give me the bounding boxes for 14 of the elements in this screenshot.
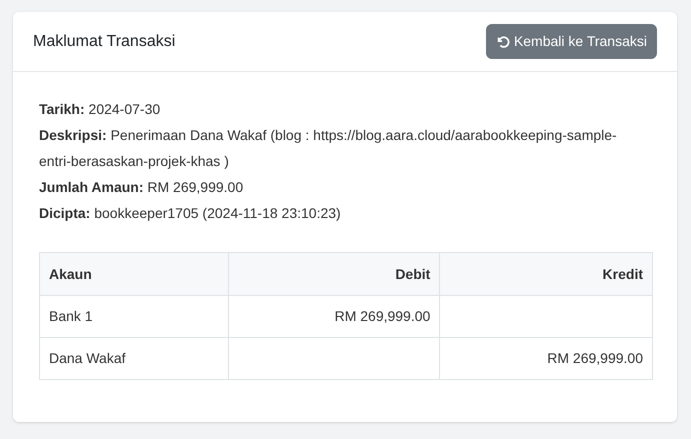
card-title: Maklumat Transaksi [33, 32, 176, 52]
back-button[interactable]: Kembali ke Transaksi [486, 24, 657, 59]
undo-icon [496, 34, 510, 48]
table-cell: RM 269,999.00 [228, 296, 440, 338]
column-header: Debit [228, 252, 440, 296]
detail-text: Dicipta: bookkeeper1705 (2024-11-18 23:10:23) [39, 204, 342, 223]
table-cell: Bank 1 [40, 296, 228, 338]
detail-text: Jumlah Amaun: RM 269,999.00 [39, 178, 244, 197]
column-header: Akaun [40, 252, 228, 296]
detail-text: Deskripsi: Penerimaan Dana Wakaf (blog : https://blog.aara.cloud/aarabookkeeping-sample-entri-berasaskan-projek-khas ) [39, 126, 618, 171]
column-header: Kredit [440, 252, 652, 296]
table-cell: RM 269,999.00 [440, 338, 652, 380]
detail-text: Tarikh: 2024-07-30 [39, 100, 162, 119]
table-cell: Dana Wakaf [40, 338, 228, 380]
